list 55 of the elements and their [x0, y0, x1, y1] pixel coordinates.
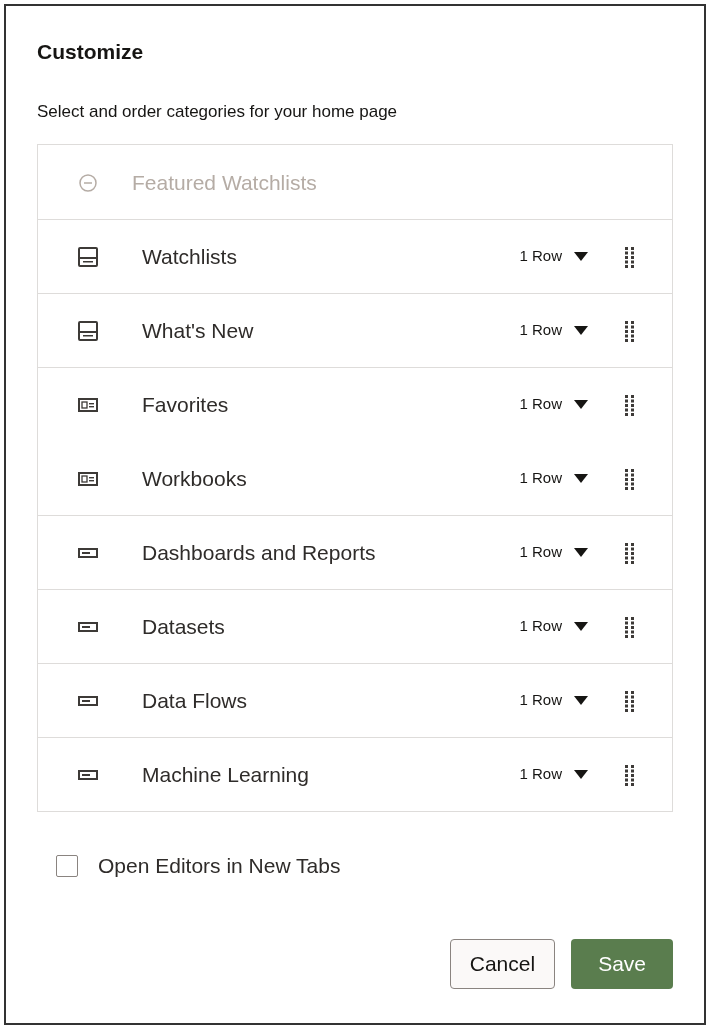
caret-icon	[574, 474, 588, 483]
bar-icon	[78, 695, 98, 706]
category-row[interactable]: Data Flows 1 Row	[38, 663, 672, 737]
drag-handle-icon[interactable]	[624, 245, 634, 268]
caret-icon	[574, 326, 588, 335]
category-label: Machine Learning	[142, 761, 310, 788]
caret-icon	[574, 548, 588, 557]
dialog-subtitle: Select and order categories for your home page	[37, 100, 399, 123]
drag-handle-icon[interactable]	[624, 467, 634, 490]
rows-dropdown[interactable]: 1 Row	[519, 541, 588, 564]
rows-dropdown[interactable]: 1 Row	[519, 319, 588, 342]
card-icon	[78, 471, 98, 486]
caret-icon	[574, 622, 588, 631]
checkbox-label: Open Editors in New Tabs	[98, 853, 341, 879]
rows-dropdown[interactable]: 1 Row	[519, 615, 588, 638]
cancel-button[interactable]: Cancel	[449, 939, 556, 989]
category-row[interactable]: Machine Learning 1 Row	[38, 737, 672, 811]
rows-dropdown[interactable]: 1 Row	[519, 393, 588, 416]
category-row[interactable]: Favorites 1 Row	[38, 367, 672, 441]
category-label: Datasets	[142, 613, 226, 640]
caret-icon	[574, 400, 588, 409]
drag-handle-icon[interactable]	[624, 615, 634, 638]
rows-dropdown[interactable]: 1 Row	[519, 763, 588, 786]
category-label: What's New	[142, 317, 255, 344]
drag-handle-icon[interactable]	[624, 689, 634, 712]
rows-dropdown[interactable]: 1 Row	[519, 689, 588, 712]
drag-handle-icon[interactable]	[624, 541, 634, 564]
caret-icon	[574, 252, 588, 261]
category-row[interactable]: What's New 1 Row	[38, 293, 672, 367]
bar-icon	[78, 547, 98, 558]
category-row[interactable]: Dashboards and Reports 1 Row	[38, 515, 672, 589]
drag-handle-icon[interactable]	[624, 319, 634, 342]
rows-dropdown[interactable]: 1 Row	[519, 245, 588, 268]
panel-icon	[78, 320, 98, 341]
bar-icon	[78, 621, 98, 632]
category-label: Watchlists	[142, 243, 238, 270]
category-label: Featured Watchlists	[132, 169, 318, 196]
dialog-title: Customize	[37, 39, 145, 65]
category-label: Data Flows	[142, 687, 249, 714]
caret-icon	[574, 696, 588, 705]
checkbox[interactable]	[56, 854, 78, 877]
category-label: Workbooks	[142, 465, 248, 492]
category-row[interactable]: Watchlists 1 Row	[38, 219, 672, 293]
category-row[interactable]: Workbooks 1 Row	[38, 441, 672, 515]
category-label: Dashboards and Reports	[142, 539, 377, 566]
panel-icon	[78, 246, 98, 267]
category-label: Favorites	[142, 391, 230, 418]
drag-handle-icon[interactable]	[624, 393, 634, 416]
category-row[interactable]: Datasets 1 Row	[38, 589, 672, 663]
bar-icon	[78, 769, 98, 780]
caret-icon	[574, 770, 588, 779]
rows-dropdown[interactable]: 1 Row	[519, 467, 588, 490]
drag-handle-icon[interactable]	[624, 763, 634, 786]
card-icon	[78, 397, 98, 412]
save-button[interactable]: Save	[571, 939, 673, 989]
